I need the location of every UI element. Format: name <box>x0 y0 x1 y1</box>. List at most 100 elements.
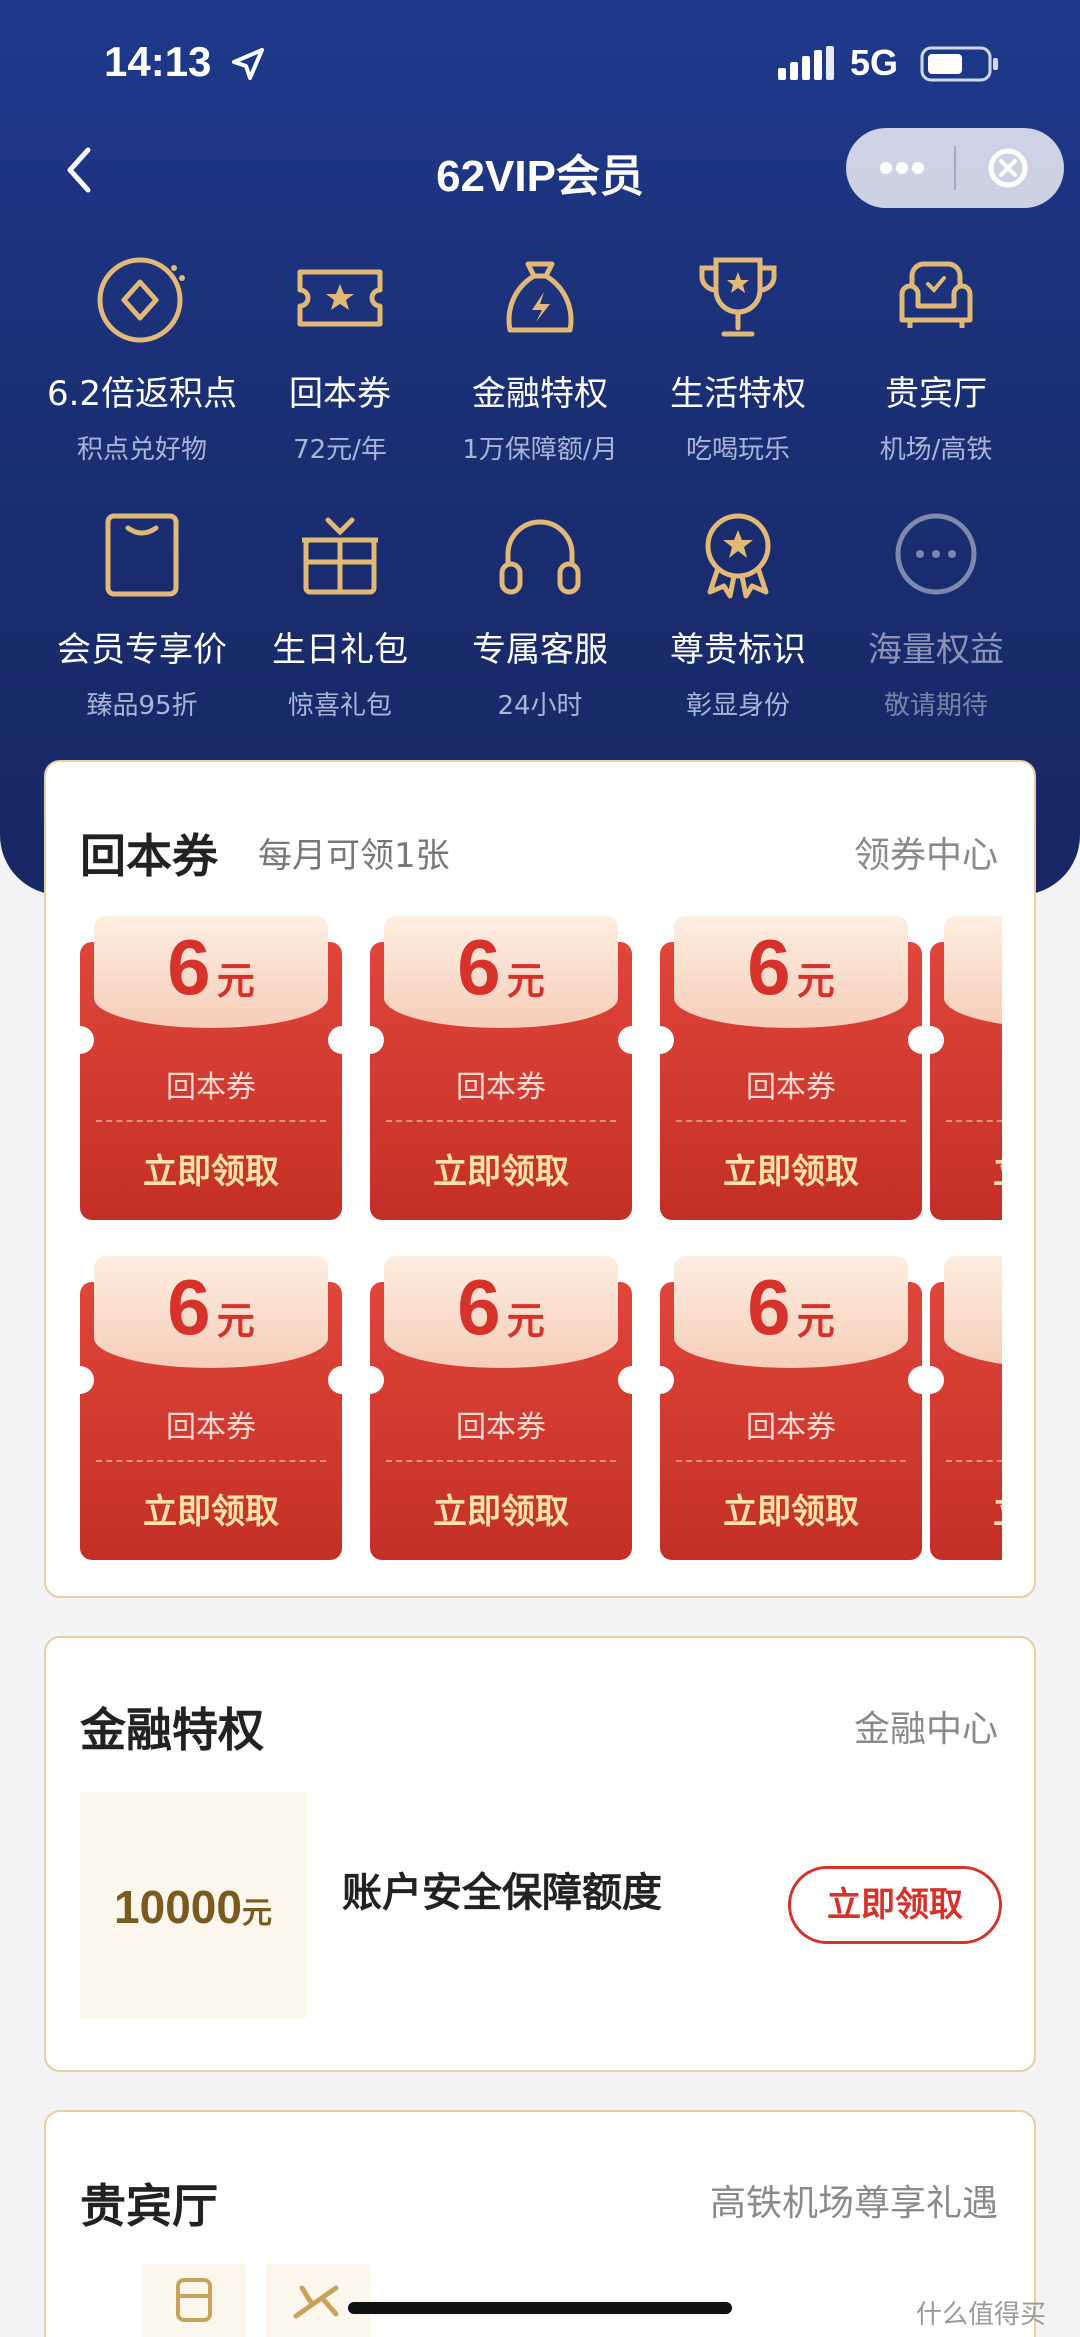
coupon-divider <box>386 1120 616 1122</box>
coupon-item[interactable]: 6元回本券立即领取 <box>80 1256 342 1560</box>
coupon-amount-unit: 元 <box>506 1299 545 1343</box>
benefit-birthday[interactable]: 生日礼包 惊喜礼包 <box>240 506 440 722</box>
benefit-subtitle: 24小时 <box>497 691 583 721</box>
benefit-service[interactable]: 专属客服 24小时 <box>440 506 640 722</box>
lounge-card-title: 贵宾厅 <box>80 2179 218 2233</box>
coupon-name: 回本券 <box>456 1410 546 1445</box>
claim-coupon-button[interactable]: 立即领取 <box>370 1484 632 1533</box>
coupon-amount-value: 6 <box>167 1263 211 1351</box>
claim-coupon-button[interactable]: 立即领取 <box>930 1144 1002 1193</box>
claim-finance-button[interactable]: 立即领取 <box>788 1866 1002 1944</box>
airport-thumbnail[interactable] <box>266 2264 370 2337</box>
claim-coupon-button[interactable]: 立即领取 <box>370 1144 632 1193</box>
coupon-amount-value: 6 <box>167 923 211 1011</box>
benefit-title: 生活特权 <box>670 374 806 414</box>
benefit-title: 6.2倍返积点 <box>46 374 238 414</box>
navigation-bar: 62VIP会员 <box>0 120 1080 220</box>
benefit-subtitle: 1万保障额/月 <box>462 435 618 465</box>
benefit-subtitle: 72元/年 <box>293 435 387 465</box>
coupon-item[interactable]: 6元回本券立即领取 <box>930 916 1002 1220</box>
benefit-finance[interactable]: 金融特权 1万保障额/月 <box>440 250 640 466</box>
coupon-card-title: 回本券 <box>80 829 218 883</box>
coupon-divider <box>676 1120 906 1122</box>
benefit-badge[interactable]: 尊贵标识 彰显身份 <box>638 506 838 722</box>
coupon-amount-unit: 元 <box>216 1299 255 1343</box>
coupon-item[interactable]: 6元回本券立即领取 <box>930 1256 1002 1560</box>
claim-coupon-button[interactable]: 立即领取 <box>660 1484 922 1533</box>
coupon-amount-value: 6 <box>747 1263 791 1351</box>
coupon-amount-value: 6 <box>457 923 501 1011</box>
close-icon[interactable] <box>956 128 1064 208</box>
finance-center-link[interactable]: 金融中心 <box>854 1700 998 1752</box>
network-label: 5G <box>850 42 899 83</box>
benefit-points[interactable]: 6.2倍返积点 积点兑好物 <box>42 250 242 466</box>
claim-coupon-button[interactable]: 立即领取 <box>930 1484 1002 1533</box>
benefit-title: 回本券 <box>289 374 391 414</box>
coupon-card: 回本券 每月可领1张 领券中心 6 元回本券 立即领取 6 元回本券 立即领取 6 元回本券立… <box>44 760 1036 1598</box>
coupon-item[interactable]: 6元回本券立即领取 <box>370 916 632 1220</box>
coupon-name: 回本券 <box>746 1070 836 1105</box>
coupon-item[interactable]: 6元回本券立即领取 <box>660 916 922 1220</box>
money-bag-icon <box>506 261 574 333</box>
coupon-amount: 6元 <box>80 1262 342 1353</box>
coupon-divider <box>946 1120 1002 1122</box>
coupon-amount-unit: 元 <box>506 959 545 1003</box>
coupon-amount: 6元 <box>370 922 632 1013</box>
mini-program-capsule <box>846 128 1064 208</box>
coupon-divider <box>946 1460 1002 1462</box>
coupon-amount: 6元 <box>660 922 922 1013</box>
benefit-title: 会员专享价 <box>57 630 227 670</box>
benefit-more[interactable]: 海量权益 敬请期待 <box>836 506 1036 722</box>
trophy-icon <box>699 257 777 337</box>
coupon-divider <box>676 1460 906 1462</box>
claim-coupon-button[interactable]: 立即领取 <box>80 1484 342 1533</box>
claim-coupon-button[interactable]: 立即领取 <box>660 1144 922 1193</box>
train-icon <box>176 2278 212 2322</box>
badge-icon <box>705 513 771 599</box>
status-time: 14:13 <box>104 38 212 85</box>
more-dots-icon[interactable] <box>846 128 954 208</box>
benefit-life[interactable]: 生活特权 吃喝玩乐 <box>638 250 838 466</box>
more-icon <box>895 513 977 595</box>
benefit-coupon[interactable]: 回本券 72元/年 <box>240 250 440 466</box>
coupon-amount-unit: 元 <box>796 1299 835 1343</box>
points-icon <box>97 257 185 343</box>
finance-description: 账户安全保障额度 <box>342 1870 662 1916</box>
finance-amount-box: 10000元 <box>80 1792 306 2018</box>
coupon-center-link[interactable]: 领券中心 <box>854 826 998 878</box>
coupon-amount: 6元 <box>930 1262 1002 1353</box>
airplane-icon <box>293 2285 339 2319</box>
coupon-name: 回本券 <box>166 1070 256 1105</box>
claim-coupon-button[interactable]: 立即领取 <box>80 1144 342 1193</box>
coupon-amount-value: 6 <box>457 1263 501 1351</box>
coupon-item[interactable]: 6元回本券立即领取 <box>660 1256 922 1560</box>
coupon-amount-value: 6 <box>747 923 791 1011</box>
coupon-divider <box>386 1460 616 1462</box>
headset-icon <box>499 519 581 595</box>
home-indicator[interactable] <box>348 2302 732 2314</box>
benefit-member-price[interactable]: 会员专享价 臻品95折 <box>42 506 242 722</box>
coupon-amount-unit: 元 <box>216 959 255 1003</box>
coupon-item[interactable]: 6元回本券立即领取 <box>80 916 342 1220</box>
battery-icon <box>920 46 998 82</box>
lounge-card-link[interactable]: 高铁机场尊享礼遇 <box>710 2174 998 2226</box>
benefit-subtitle: 机场/高铁 <box>879 435 993 465</box>
benefit-title: 生日礼包 <box>272 630 408 670</box>
train-thumbnail[interactable] <box>142 2264 246 2337</box>
benefit-subtitle: 臻品95折 <box>86 691 198 721</box>
coupon-item[interactable]: 6元回本券立即领取 <box>370 1256 632 1560</box>
coupon-name: 回本券 <box>930 1062 1002 1106</box>
location-arrow-icon <box>232 48 264 80</box>
tag-icon <box>105 513 179 597</box>
coupon-amount: 6元 <box>80 922 342 1013</box>
ticket-icon <box>297 269 383 327</box>
benefit-lounge[interactable]: 贵宾厅 机场/高铁 <box>836 250 1036 466</box>
benefit-title: 贵宾厅 <box>885 374 987 414</box>
coupon-amount: 6元 <box>660 1262 922 1353</box>
finance-amount: 10000元 <box>80 1880 306 1934</box>
coupon-card-subtitle: 每月可领1张 <box>258 836 450 876</box>
coupon-amount: 6元 <box>930 922 1002 1013</box>
coupon-name: 回本券 <box>746 1410 836 1445</box>
finance-amount-unit: 元 <box>241 1896 272 1931</box>
benefit-title: 海量权益 <box>868 630 1004 670</box>
